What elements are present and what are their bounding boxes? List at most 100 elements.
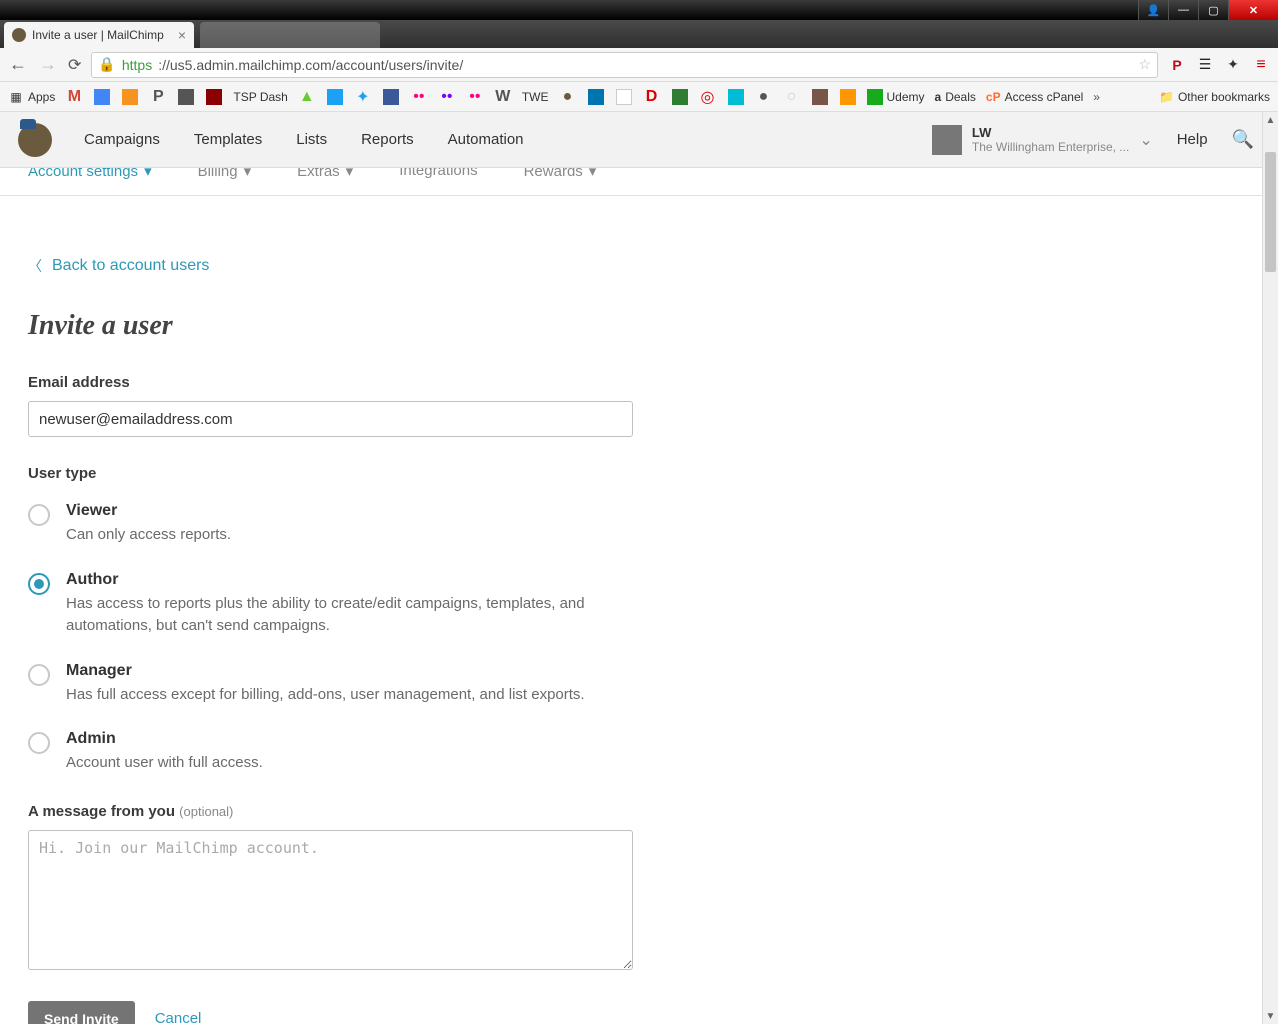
chrome-menu-icon[interactable]: ≡ (1252, 56, 1270, 74)
browser-tab-inactive[interactable] (200, 22, 380, 48)
message-textarea[interactable] (28, 830, 633, 970)
google-icon[interactable] (93, 88, 111, 106)
url-scheme: https (122, 57, 152, 73)
scroll-up-icon[interactable]: ▲ (1263, 112, 1278, 128)
bookmark-icon[interactable] (587, 88, 605, 106)
bookmark-udemy[interactable]: Udemy (867, 89, 925, 105)
subnav-integrations[interactable]: Integrations (399, 168, 477, 179)
mailchimp-favicon-icon (12, 28, 26, 42)
mailchimp-logo-icon[interactable] (18, 123, 52, 157)
bookmark-deals[interactable]: aDeals (935, 90, 976, 104)
back-link[interactable]: 〈 Back to account users (28, 256, 209, 276)
usertype-title: Admin (66, 730, 263, 748)
window-minimize-button[interactable]: — (1168, 0, 1198, 20)
subnav-account-settings[interactable]: Account settings ▾ (28, 168, 152, 180)
flickr-icon[interactable]: •• (438, 88, 456, 106)
facebook-icon[interactable] (382, 88, 400, 106)
usertype-option-admin[interactable]: AdminAccount user with full access. (28, 730, 1132, 775)
back-icon[interactable]: ← (8, 54, 28, 75)
usertype-option-manager[interactable]: ManagerHas full access except for billin… (28, 662, 1132, 707)
bookmark-icon[interactable]: ○ (783, 88, 801, 106)
reload-icon[interactable]: ⟳ (68, 55, 81, 75)
message-label: A message from you (optional) (28, 803, 1132, 820)
nav-templates[interactable]: Templates (194, 131, 262, 148)
bookmark-icon[interactable] (615, 88, 633, 106)
bookmark-icon[interactable] (839, 88, 857, 106)
bookmark-cpanel[interactable]: cPAccess cPanel (986, 90, 1083, 104)
radio-button[interactable] (28, 664, 50, 686)
bookmark-tspdash[interactable]: TSP Dash (233, 90, 287, 104)
browser-tab-active[interactable]: Invite a user | MailChimp × (4, 22, 194, 48)
buffer-extension-icon[interactable]: ☰ (1196, 56, 1214, 74)
bookmark-icon[interactable] (811, 88, 829, 106)
gmail-icon[interactable]: M (65, 88, 83, 106)
chevron-down-icon: ▾ (244, 168, 252, 180)
window-maximize-button[interactable]: ▢ (1198, 0, 1228, 20)
forward-icon[interactable]: → (38, 54, 58, 75)
window-user-icon[interactable]: 👤 (1138, 0, 1168, 20)
radio-button[interactable] (28, 504, 50, 526)
flickr-icon[interactable]: •• (466, 88, 484, 106)
cancel-link[interactable]: Cancel (155, 1010, 202, 1024)
pinterest-extension-icon[interactable]: P (1168, 56, 1186, 74)
mailchimp-icon[interactable]: ● (559, 88, 577, 106)
subnav-rewards[interactable]: Rewards ▾ (524, 168, 597, 180)
tab-close-icon[interactable]: × (178, 27, 186, 43)
bookmark-icon[interactable]: ◎ (699, 88, 717, 106)
chevron-down-icon: ▾ (589, 168, 597, 180)
twitter-icon[interactable] (326, 88, 344, 106)
page-scrollbar[interactable]: ▲ ▼ (1262, 112, 1278, 1024)
extension-icon[interactable]: ✦ (1224, 56, 1242, 74)
bookmark-icon[interactable]: ● (755, 88, 773, 106)
bookmark-icon[interactable]: D (643, 88, 661, 106)
cpanel-icon: cP (986, 90, 1001, 104)
twitter-icon[interactable]: ✦ (354, 88, 372, 106)
bookmark-icon[interactable]: P (149, 88, 167, 106)
usertype-title: Viewer (66, 502, 231, 520)
bookmarks-overflow[interactable]: » (1093, 90, 1100, 104)
bookmark-icon[interactable] (671, 88, 689, 106)
scrollbar-thumb[interactable] (1265, 152, 1276, 272)
bookmark-icon[interactable] (121, 88, 139, 106)
browser-tab-bar: Invite a user | MailChimp × (0, 20, 1278, 48)
window-close-button[interactable]: ✕ (1228, 0, 1278, 20)
flickr-icon[interactable]: •• (410, 88, 428, 106)
usertype-option-viewer[interactable]: ViewerCan only access reports. (28, 502, 1132, 547)
bookmark-icon[interactable] (177, 88, 195, 106)
radio-button[interactable] (28, 573, 50, 595)
nav-reports[interactable]: Reports (361, 131, 414, 148)
bookmarks-bar: ▦Apps M P TSP Dash ▲ ✦ •• •• •• W TWE ● … (0, 82, 1278, 112)
bookmark-apps[interactable]: ▦Apps (8, 89, 55, 105)
bookmark-twe[interactable]: TWE (522, 90, 549, 104)
other-bookmarks[interactable]: 📁Other bookmarks (1159, 90, 1270, 104)
help-link[interactable]: Help (1177, 131, 1208, 148)
page-title: Invite a user (28, 310, 1132, 342)
usertype-description: Has full access except for billing, add-… (66, 684, 585, 707)
account-switcher[interactable]: LW The Willingham Enterprise, ... ⌄ (932, 125, 1153, 155)
email-label: Email address (28, 374, 1132, 391)
search-icon[interactable]: 🔍 (1232, 129, 1254, 150)
nav-automation[interactable]: Automation (448, 131, 524, 148)
subnav-extras[interactable]: Extras ▾ (297, 168, 353, 180)
radio-button[interactable] (28, 732, 50, 754)
url-field[interactable]: 🔒 https://us5.admin.mailchimp.com/accoun… (91, 52, 1158, 78)
send-invite-button[interactable]: Send Invite (28, 1001, 135, 1024)
bookmark-icon[interactable] (205, 88, 223, 106)
bookmark-icon[interactable]: W (494, 88, 512, 106)
bookmark-icon[interactable] (727, 88, 745, 106)
amazon-icon: a (935, 90, 942, 104)
subnav-billing[interactable]: Billing ▾ (198, 168, 252, 180)
scroll-down-icon[interactable]: ▼ (1263, 1008, 1278, 1024)
url-path: ://us5.admin.mailchimp.com/account/users… (158, 57, 463, 73)
usertype-title: Author (66, 571, 626, 589)
nav-campaigns[interactable]: Campaigns (84, 131, 160, 148)
bookmark-icon[interactable]: ▲ (298, 88, 316, 106)
main-nav: Campaigns Templates Lists Reports Automa… (84, 131, 524, 148)
user-org: The Willingham Enterprise, ... (972, 140, 1129, 154)
bookmark-star-icon[interactable]: ☆ (1138, 56, 1151, 73)
app-header: Campaigns Templates Lists Reports Automa… (0, 112, 1278, 168)
avatar (932, 125, 962, 155)
email-field[interactable] (28, 401, 633, 437)
usertype-option-author[interactable]: AuthorHas access to reports plus the abi… (28, 571, 1132, 638)
nav-lists[interactable]: Lists (296, 131, 327, 148)
